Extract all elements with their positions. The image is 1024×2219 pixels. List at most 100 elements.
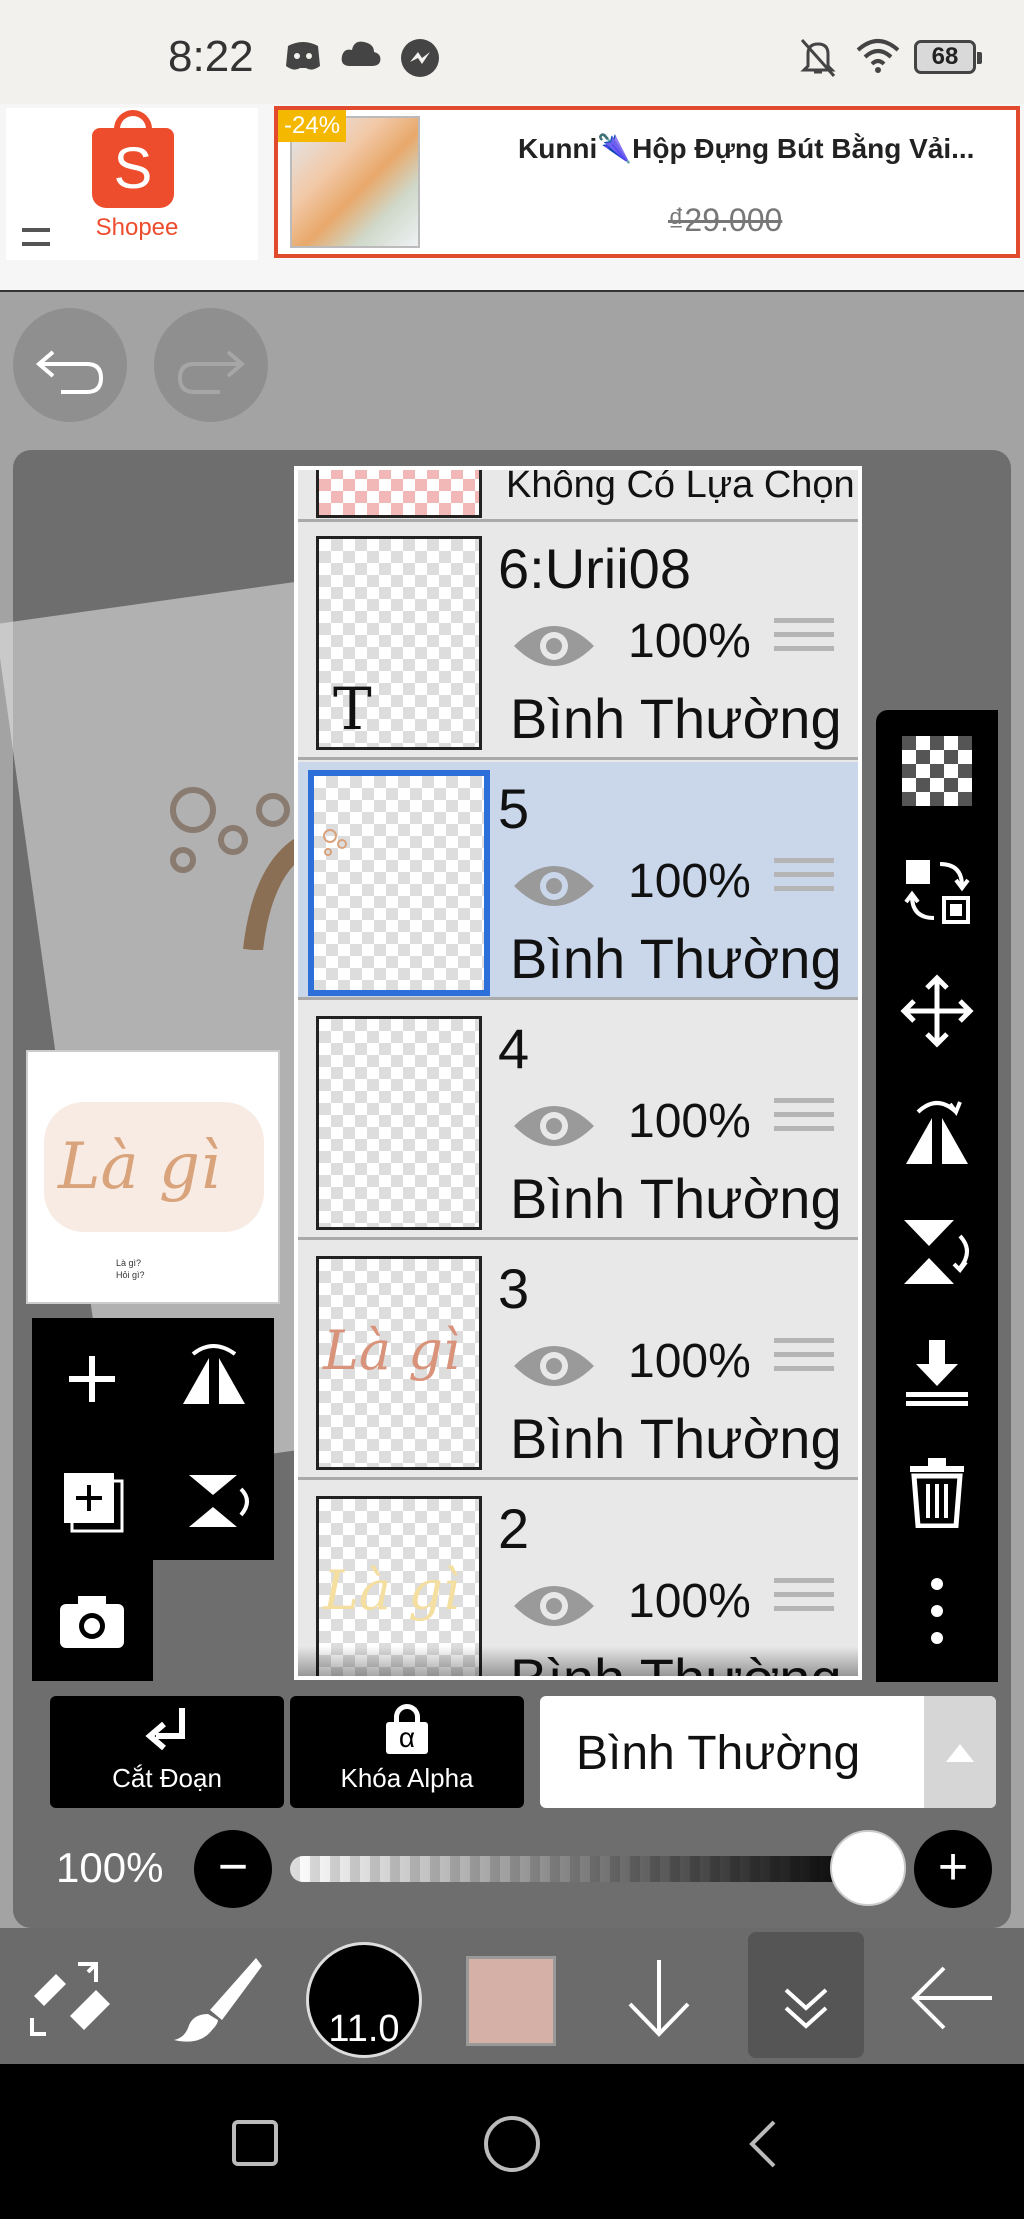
flip-layer-vertical-button[interactable] bbox=[153, 1439, 274, 1560]
opacity-slider-handle[interactable] bbox=[830, 1830, 906, 1906]
visibility-eye-icon[interactable] bbox=[512, 1098, 596, 1154]
layer-action-toolbar bbox=[876, 710, 998, 1682]
layer-opacity: 100% bbox=[628, 615, 751, 668]
layer-thumbnail bbox=[316, 1016, 482, 1230]
home-button[interactable] bbox=[484, 2116, 540, 2172]
merge-down-icon[interactable] bbox=[900, 1334, 974, 1408]
cloud-icon bbox=[341, 41, 381, 66]
ad-banner[interactable]: S Shopee -24% Kunni🌂Hộp Đựng Bút Bằng Vả… bbox=[0, 104, 1024, 292]
thumbnail-title: Là gì bbox=[58, 1130, 221, 1204]
brush-size-button[interactable]: 11.0 bbox=[306, 1942, 422, 2058]
undo-button[interactable] bbox=[13, 308, 127, 422]
text-layer-icon: T bbox=[333, 675, 372, 743]
layer-thumbnail: Là gì bbox=[316, 1256, 482, 1470]
thumbnail-bubbles bbox=[323, 829, 347, 856]
more-options-icon[interactable] bbox=[900, 1574, 974, 1648]
alpha-lock-label: Khóa Alpha bbox=[340, 1763, 474, 1793]
layer-row[interactable]: Là gì 3 100% Bình Thường bbox=[298, 1242, 858, 1480]
layer-opacity: 100% bbox=[628, 1575, 751, 1628]
trash-icon[interactable] bbox=[900, 1454, 974, 1528]
layer-name: 2 bbox=[498, 1497, 530, 1560]
blend-dropdown-button[interactable] bbox=[924, 1696, 996, 1808]
thumbnail-art: Là gì bbox=[323, 1559, 461, 1622]
ad-product-card[interactable]: -24% Kunni🌂Hộp Đựng Bút Bằng Vải... ₫29.… bbox=[274, 106, 1020, 258]
move-icon[interactable] bbox=[900, 974, 974, 1048]
visibility-eye-icon[interactable] bbox=[512, 1578, 596, 1634]
visibility-eye-icon[interactable] bbox=[512, 1338, 596, 1394]
layer-opacity: 100% bbox=[628, 1335, 751, 1388]
layer-row[interactable]: 4 100% Bình Thường bbox=[298, 1002, 858, 1240]
shopee-logo[interactable]: S Shopee bbox=[6, 108, 258, 260]
alpha-lock-button[interactable]: α Khóa Alpha bbox=[290, 1696, 524, 1808]
ad-menu-icon[interactable] bbox=[22, 228, 50, 246]
thumbnail-caption-2: Hỏi gì? bbox=[116, 1270, 145, 1280]
transparency-icon[interactable] bbox=[900, 734, 974, 808]
clock: 8:22 bbox=[168, 32, 254, 81]
discount-badge: -24% bbox=[278, 110, 347, 142]
layer-opacity: 100% bbox=[628, 855, 751, 908]
swap-layer-icon[interactable] bbox=[900, 854, 974, 928]
flip-horizontal-icon bbox=[183, 1344, 245, 1404]
drag-handle-icon[interactable] bbox=[774, 1098, 834, 1146]
layer-blend-mode: Bình Thường bbox=[510, 1167, 842, 1230]
camera-button[interactable] bbox=[32, 1560, 153, 1681]
flip-horizontal-icon[interactable] bbox=[900, 1094, 974, 1168]
tool-switch-icon[interactable] bbox=[26, 1956, 116, 2040]
layer-row[interactable]: T 6:Urii08 100% Bình Thường bbox=[298, 522, 858, 760]
visibility-eye-icon[interactable] bbox=[512, 618, 596, 674]
collapse-panel-button[interactable] bbox=[748, 1932, 864, 2058]
opacity-decrease-button[interactable]: − bbox=[194, 1830, 272, 1908]
redo-button[interactable] bbox=[154, 308, 268, 422]
add-folder-layer-button[interactable] bbox=[32, 1439, 153, 1560]
brush-icon[interactable] bbox=[170, 1954, 264, 2044]
shopee-brand-text: Shopee bbox=[95, 214, 179, 241]
add-layer-copy-icon bbox=[64, 1473, 124, 1533]
thumbnail-caption: Là gì? Hỏi gì? bbox=[116, 1257, 145, 1281]
layer-blend-mode: Bình Thường bbox=[510, 1407, 842, 1470]
back-button[interactable] bbox=[744, 2118, 784, 2170]
layer-row-selected[interactable]: 5 100% Bình Thường bbox=[298, 762, 858, 1000]
redo-icon bbox=[177, 350, 246, 394]
clipping-button[interactable]: Cắt Đoạn bbox=[50, 1696, 284, 1808]
layers-panel[interactable]: Không Có Lựa Chọn T 6:Urii08 100% Bình T… bbox=[294, 466, 862, 1680]
drag-handle-icon[interactable] bbox=[774, 1338, 834, 1386]
battery-indicator: 68 bbox=[914, 40, 982, 74]
arrow-down-icon[interactable] bbox=[614, 1956, 704, 2040]
opacity-increase-button[interactable]: + bbox=[914, 1830, 992, 1908]
drag-handle-icon[interactable] bbox=[774, 858, 834, 906]
product-title: Kunni🌂Hộp Đựng Bút Bằng Vải... bbox=[518, 133, 975, 164]
alpha-glyph: α bbox=[386, 1722, 428, 1754]
layer-thumbnail: T bbox=[316, 536, 482, 750]
system-nav-bar bbox=[0, 2064, 1024, 2219]
lock-icon: α bbox=[382, 1704, 432, 1754]
shopee-bag-icon: S bbox=[92, 128, 174, 208]
layer-thumbnail bbox=[316, 470, 482, 518]
drag-handle-icon[interactable] bbox=[774, 1578, 834, 1626]
messenger-icon bbox=[401, 39, 439, 77]
blend-mode-select[interactable]: Bình Thường bbox=[540, 1696, 996, 1808]
chevron-double-down-icon bbox=[784, 1988, 828, 2029]
layer-name: 4 bbox=[498, 1017, 530, 1080]
plus-icon bbox=[69, 1356, 115, 1402]
thumbnail-caption-1: Là gì? bbox=[116, 1258, 142, 1268]
color-swatch[interactable] bbox=[466, 1956, 556, 2046]
navigator-thumbnail[interactable]: Là gì Là gì? Hỏi gì? bbox=[26, 1050, 280, 1304]
layer-name: Không Có Lựa Chọn bbox=[506, 466, 855, 506]
back-arrow-icon[interactable] bbox=[906, 1956, 998, 2040]
layer-tools bbox=[32, 1318, 274, 1682]
flip-vertical-icon[interactable] bbox=[900, 1214, 974, 1288]
discord-icon bbox=[286, 42, 320, 70]
drag-handle-icon[interactable] bbox=[774, 618, 834, 666]
recent-apps-button[interactable] bbox=[232, 2120, 278, 2166]
selection-layer[interactable]: Không Có Lựa Chọn bbox=[298, 470, 858, 522]
add-layer-button[interactable] bbox=[32, 1318, 153, 1439]
mute-notification-icon bbox=[800, 39, 836, 77]
layer-name: 6:Urii08 bbox=[498, 537, 691, 600]
layer-name: 5 bbox=[498, 777, 530, 840]
flip-layer-horizontal-button[interactable] bbox=[153, 1318, 274, 1439]
visibility-eye-icon[interactable] bbox=[512, 858, 596, 914]
product-price: ₫29.000 bbox=[668, 202, 783, 238]
wifi-icon bbox=[856, 39, 900, 73]
list-fade bbox=[298, 1646, 858, 1676]
opacity-slider[interactable] bbox=[290, 1856, 870, 1882]
